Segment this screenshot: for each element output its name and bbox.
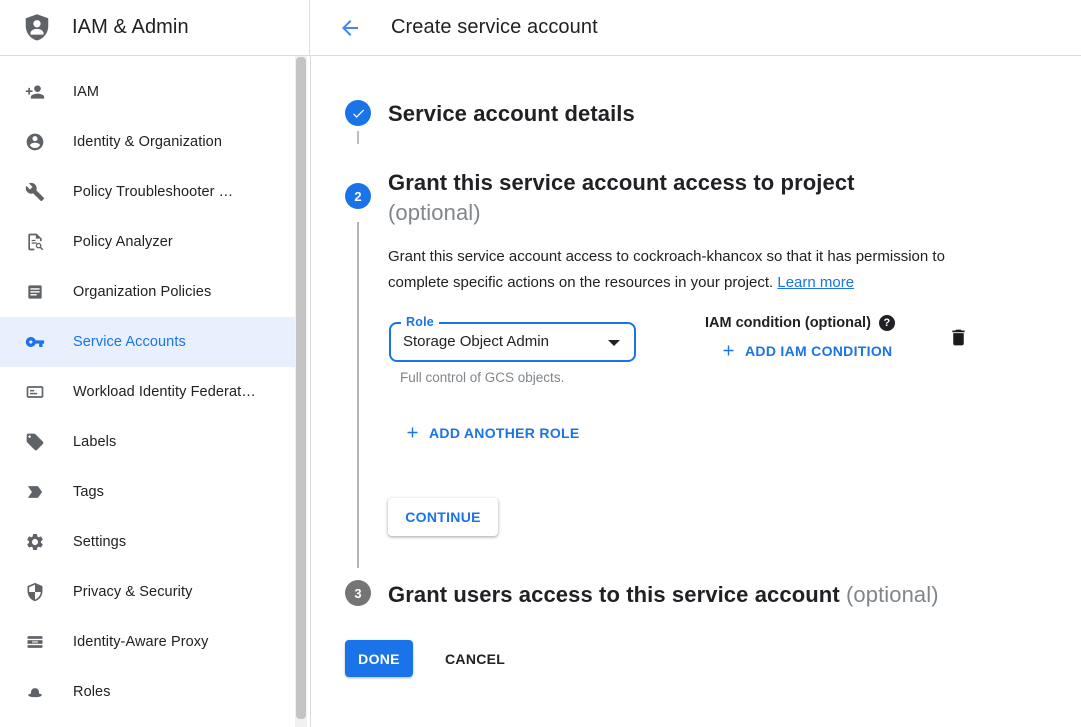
sidebar-item-identity-aware-proxy[interactable]: Identity-Aware Proxy bbox=[0, 617, 295, 667]
wrench-icon bbox=[25, 182, 45, 202]
identity-card-icon bbox=[25, 382, 45, 402]
step3-heading-text: Grant users access to this service accou… bbox=[388, 582, 840, 607]
sidebar-scrollbar-track bbox=[295, 56, 307, 727]
add-another-role-button[interactable]: ADD ANOTHER ROLE bbox=[404, 424, 580, 441]
policy-analyzer-icon bbox=[25, 232, 45, 252]
tag-arrow-icon bbox=[25, 482, 45, 502]
sidebar-nav: IAM Identity & Organization Policy Troub… bbox=[0, 56, 295, 727]
help-icon[interactable]: ? bbox=[879, 315, 895, 331]
step1-complete-check-icon bbox=[345, 100, 371, 126]
sidebar-item-label: Service Accounts bbox=[73, 334, 186, 350]
sidebar-item-service-accounts[interactable]: Service Accounts bbox=[0, 317, 295, 367]
plus-icon bbox=[404, 424, 421, 441]
add-iam-condition-label: ADD IAM CONDITION bbox=[745, 343, 892, 359]
step3-number-badge: 3 bbox=[345, 580, 371, 606]
sidebar-item-policy-analyzer[interactable]: Policy Analyzer bbox=[0, 217, 295, 267]
grant-access-description: Grant this service account access to coc… bbox=[388, 244, 984, 295]
trash-icon bbox=[948, 327, 969, 348]
sidebar-item-label: Settings bbox=[73, 534, 126, 550]
plus-icon bbox=[720, 342, 737, 359]
step2-heading: Grant this service account access to pro… bbox=[388, 168, 855, 228]
sidebar-item-roles[interactable]: Roles bbox=[0, 667, 295, 717]
sidebar-item-label: Roles bbox=[73, 684, 111, 700]
role-helper-text: Full control of GCS objects. bbox=[400, 370, 564, 385]
sidebar-item-label: Policy Troubleshooter … bbox=[73, 184, 233, 200]
sidebar-item-label: Policy Analyzer bbox=[73, 234, 173, 250]
back-arrow-icon[interactable] bbox=[338, 16, 362, 40]
hat-icon bbox=[25, 682, 45, 702]
account-circle-icon bbox=[25, 132, 45, 152]
sidebar-item-label: Workload Identity Federat… bbox=[73, 384, 256, 400]
add-another-role-label: ADD ANOTHER ROLE bbox=[429, 425, 580, 441]
sidebar-item-label: IAM bbox=[73, 84, 99, 100]
sidebar-item-label: Privacy & Security bbox=[73, 584, 192, 600]
iam-condition-label: IAM condition (optional) bbox=[705, 315, 871, 331]
sidebar-item-labels[interactable]: Labels bbox=[0, 417, 295, 467]
sidebar-item-tags[interactable]: Tags bbox=[0, 467, 295, 517]
chevron-down-icon bbox=[608, 340, 620, 346]
role-dropdown[interactable]: Role Storage Object Admin bbox=[389, 322, 636, 362]
sidebar-item-organization-policies[interactable]: Organization Policies bbox=[0, 267, 295, 317]
sidebar-item-label: Identity-Aware Proxy bbox=[73, 634, 209, 650]
grant-access-description-text: Grant this service account access to coc… bbox=[388, 248, 945, 291]
sidebar-item-privacy-security[interactable]: Privacy & Security bbox=[0, 567, 295, 617]
step2-heading-text: Grant this service account access to pro… bbox=[388, 170, 855, 195]
sidebar-item-settings[interactable]: Settings bbox=[0, 517, 295, 567]
list-document-icon bbox=[25, 282, 45, 302]
iam-condition-header: IAM condition (optional) ? bbox=[705, 315, 895, 331]
sidebar-item-label: Labels bbox=[73, 434, 116, 450]
page-title: Create service account bbox=[391, 16, 598, 39]
service-account-key-icon bbox=[25, 332, 45, 352]
continue-button[interactable]: CONTINUE bbox=[388, 498, 498, 536]
sidebar-item-workload-identity-federation[interactable]: Workload Identity Federat… bbox=[0, 367, 295, 417]
page-header: Create service account bbox=[310, 0, 1081, 56]
delete-role-button[interactable] bbox=[948, 327, 969, 348]
sidebar-item-identity-organization[interactable]: Identity & Organization bbox=[0, 117, 295, 167]
add-iam-condition-button[interactable]: ADD IAM CONDITION bbox=[720, 342, 892, 359]
role-field-label: Role bbox=[401, 315, 439, 329]
stepper-connector bbox=[357, 131, 359, 144]
sidebar-item-label: Organization Policies bbox=[73, 284, 211, 300]
product-header: IAM & Admin bbox=[0, 0, 310, 56]
sidebar-item-policy-troubleshooter[interactable]: Policy Troubleshooter … bbox=[0, 167, 295, 217]
product-title: IAM & Admin bbox=[72, 16, 189, 39]
learn-more-link[interactable]: Learn more bbox=[777, 274, 854, 291]
step3-optional-label: (optional) bbox=[846, 582, 939, 607]
proxy-stripes-icon bbox=[25, 632, 45, 652]
gear-icon bbox=[25, 532, 45, 552]
sidebar-item-label: Identity & Organization bbox=[73, 134, 222, 150]
sidebar-item-iam[interactable]: IAM bbox=[0, 67, 295, 117]
sidebar-item-label: Tags bbox=[73, 484, 104, 500]
done-button[interactable]: DONE bbox=[345, 640, 413, 677]
stepper-connector bbox=[357, 222, 359, 568]
role-selected-value: Storage Object Admin bbox=[391, 324, 634, 359]
cancel-button[interactable]: CANCEL bbox=[437, 640, 513, 677]
step3-heading: Grant users access to this service accou… bbox=[388, 582, 939, 608]
iam-admin-shield-icon bbox=[22, 13, 52, 43]
step1-heading: Service account details bbox=[388, 101, 635, 127]
step2-number-badge: 2 bbox=[345, 183, 371, 209]
person-add-icon bbox=[25, 82, 45, 102]
label-tag-icon bbox=[25, 432, 45, 452]
step2-optional-label: (optional) bbox=[388, 200, 481, 225]
shield-half-icon bbox=[25, 582, 45, 602]
sidebar-scrollbar-thumb[interactable] bbox=[296, 57, 306, 719]
create-service-account-panel: Service account details 2 Grant this ser… bbox=[310, 56, 1081, 727]
